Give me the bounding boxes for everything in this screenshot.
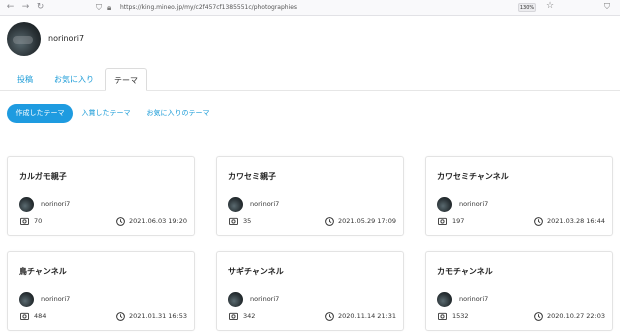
theme-card[interactable]: カワセミチャンネル norinori7 197 2021.03.28 16:44 (425, 156, 613, 236)
tab-themes[interactable]: テーマ (105, 68, 147, 91)
avatar (437, 197, 452, 212)
photo-count: 342 (243, 312, 256, 320)
clock-icon (325, 217, 334, 226)
photo-count: 197 (452, 217, 465, 225)
theme-date: 2021.05.29 17:09 (338, 217, 397, 225)
photo-count: 1532 (452, 312, 469, 320)
tab-favorites[interactable]: お気に入り (46, 68, 102, 91)
theme-date: 2021.01.31 16:53 (129, 312, 188, 320)
url-text[interactable]: https://king.mineo.jp/my/c2f457cf1385551… (120, 1, 297, 14)
theme-owner: norinori7 (41, 295, 71, 303)
clock-icon (116, 312, 125, 321)
camera-icon (438, 217, 447, 225)
theme-date: 2021.06.03 19:20 (129, 217, 188, 225)
avatar (437, 292, 452, 307)
clock-icon (325, 312, 334, 321)
avatar (228, 197, 243, 212)
camera-icon (20, 217, 29, 225)
forward-icon[interactable]: → (19, 1, 32, 14)
theme-title[interactable]: サギチャンネル (228, 267, 284, 277)
avatar (19, 197, 34, 212)
photo-count: 35 (243, 217, 252, 225)
address-bar[interactable]: ⛉ 🔒︎ https://king.mineo.jp/my/c2f457cf13… (94, 1, 554, 14)
zoom-level[interactable]: 130% (518, 3, 536, 12)
camera-icon (438, 312, 447, 320)
theme-title[interactable]: 鳥チャンネル (19, 267, 67, 277)
back-icon[interactable]: ← (4, 1, 17, 14)
photo-count: 70 (34, 217, 43, 225)
profile-avatar[interactable] (7, 22, 41, 56)
lock-icon[interactable]: 🔒︎ (107, 1, 111, 14)
browser-toolbar: ← → ↻ ⛉ 🔒︎ https://king.mineo.jp/my/c2f4… (0, 0, 620, 16)
theme-owner: norinori7 (41, 200, 71, 208)
theme-card[interactable]: カルガモ親子 norinori7 70 2021.06.03 19:20 (7, 156, 195, 236)
subtab-favorite-themes[interactable]: お気に入りのテーマ (142, 104, 214, 123)
clock-icon (116, 217, 125, 226)
theme-owner: norinori7 (459, 200, 489, 208)
subtab-awarded-themes[interactable]: 入賞したテーマ (78, 104, 134, 123)
theme-card[interactable]: 鳥チャンネル norinori7 484 2021.01.31 16:53 (7, 251, 195, 331)
clock-icon (534, 312, 543, 321)
theme-owner: norinori7 (459, 295, 489, 303)
bookmark-star-icon[interactable]: ☆ (546, 0, 554, 13)
camera-icon (229, 217, 238, 225)
theme-card[interactable]: サギチャンネル norinori7 342 2020.11.14 21:31 (216, 251, 404, 331)
theme-date: 2020.10.27 22:03 (547, 312, 606, 320)
theme-card[interactable]: カモチャンネル norinori7 1532 2020.10.27 22:03 (425, 251, 613, 331)
profile-username[interactable]: norinori7 (48, 34, 84, 44)
camera-icon (20, 312, 29, 320)
photo-count: 484 (34, 312, 47, 320)
avatar (228, 292, 243, 307)
theme-date: 2020.11.14 21:31 (338, 312, 397, 320)
subtab-created-themes[interactable]: 作成したテーマ (7, 104, 73, 123)
theme-title[interactable]: カワセミ親子 (228, 172, 276, 182)
theme-title[interactable]: カモチャンネル (437, 267, 493, 277)
avatar (19, 292, 34, 307)
theme-title[interactable]: カルガモ親子 (19, 172, 67, 182)
theme-card[interactable]: カワセミ親子 norinori7 35 2021.05.29 17:09 (216, 156, 404, 236)
camera-icon (229, 312, 238, 320)
tab-posts[interactable]: 投稿 (8, 68, 42, 91)
pocket-icon[interactable]: ⛉ (602, 2, 612, 12)
theme-title[interactable]: カワセミチャンネル (437, 172, 509, 182)
theme-date: 2021.03.28 16:44 (547, 217, 606, 225)
theme-owner: norinori7 (250, 200, 280, 208)
clock-icon (534, 217, 543, 226)
shield-icon[interactable]: ⛉ (96, 1, 102, 14)
theme-owner: norinori7 (250, 295, 280, 303)
reload-icon[interactable]: ↻ (34, 1, 47, 14)
